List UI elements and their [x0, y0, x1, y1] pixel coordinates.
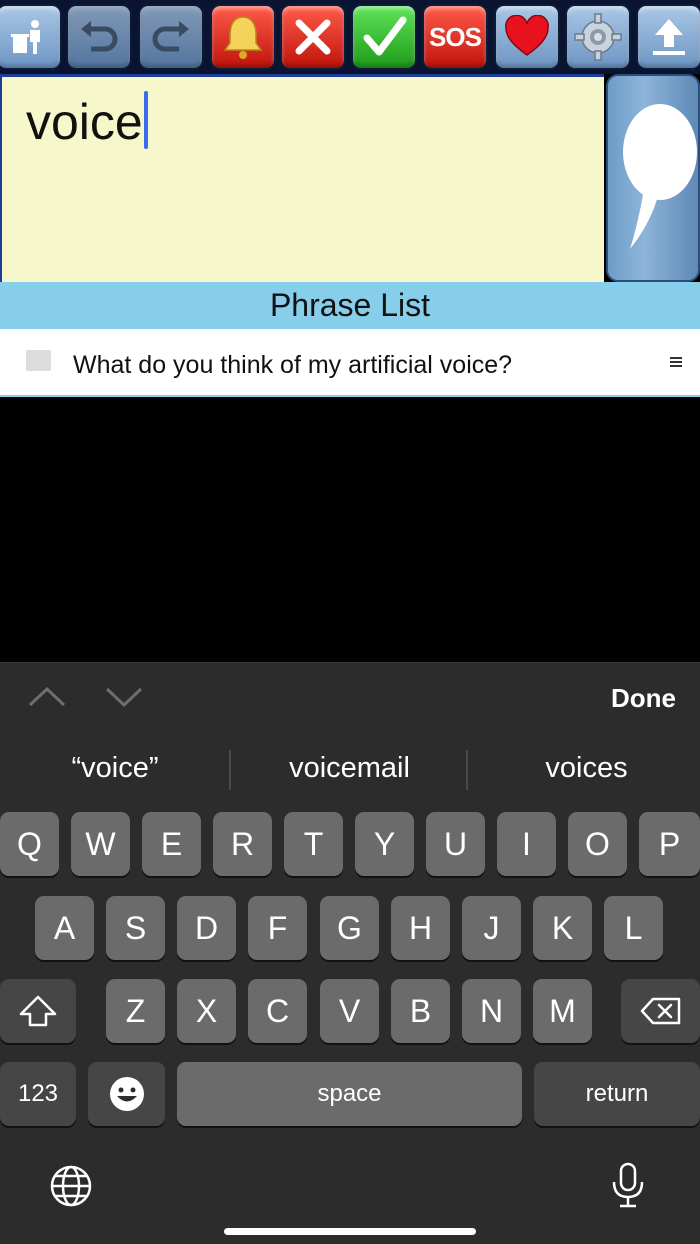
sos-button[interactable]: SOS	[422, 4, 488, 70]
key-q[interactable]: Q	[0, 812, 59, 876]
no-button[interactable]	[280, 4, 346, 70]
toolbar: SOS	[0, 0, 700, 74]
keyboard-accessory-bar: Done	[0, 662, 700, 730]
chevron-up-icon[interactable]	[28, 681, 66, 711]
phrase-list-item[interactable]: What do you think of my artificial voice…	[0, 329, 700, 397]
shift-key[interactable]	[0, 979, 76, 1043]
heart-icon	[505, 15, 549, 56]
key-l[interactable]: L	[604, 896, 663, 960]
key-m[interactable]: M	[533, 979, 592, 1043]
key-g[interactable]: G	[320, 896, 379, 960]
message-text: voice	[26, 94, 143, 150]
key-i[interactable]: I	[497, 812, 556, 876]
key-n[interactable]: N	[462, 979, 521, 1043]
trash-button[interactable]	[0, 4, 62, 70]
backspace-key[interactable]	[621, 979, 700, 1043]
key-p[interactable]: P	[639, 812, 700, 876]
key-x[interactable]: X	[177, 979, 236, 1043]
redo-button[interactable]	[138, 4, 204, 70]
key-r[interactable]: R	[213, 812, 272, 876]
upload-arrow-icon	[653, 19, 685, 55]
undo-arrow-icon	[81, 21, 118, 52]
speech-bubble-icon	[623, 104, 697, 249]
key-o[interactable]: O	[568, 812, 627, 876]
keyboard: “voice” voicemail voices Q W E R T Y U I…	[0, 730, 700, 1244]
backspace-icon	[640, 997, 680, 1025]
key-y[interactable]: Y	[355, 812, 414, 876]
space-key[interactable]: space	[177, 1062, 522, 1126]
key-s[interactable]: S	[106, 896, 165, 960]
key-j[interactable]: J	[462, 896, 521, 960]
message-text-area[interactable]: voice	[0, 74, 604, 282]
checkmark-icon	[363, 16, 407, 56]
bell-button[interactable]	[210, 4, 276, 70]
key-h[interactable]: H	[391, 896, 450, 960]
key-e[interactable]: E	[142, 812, 201, 876]
bell-icon	[223, 16, 263, 59]
key-a[interactable]: A	[35, 896, 94, 960]
globe-icon[interactable]	[46, 1164, 96, 1208]
trash-person-icon	[11, 20, 40, 54]
return-key[interactable]: return	[534, 1062, 700, 1126]
reorder-handle-icon[interactable]	[670, 357, 682, 369]
settings-button[interactable]	[565, 4, 631, 70]
emoji-key[interactable]	[88, 1062, 165, 1126]
key-c[interactable]: C	[248, 979, 307, 1043]
key-k[interactable]: K	[533, 896, 592, 960]
chevron-down-icon[interactable]	[105, 681, 143, 711]
key-f[interactable]: F	[248, 896, 307, 960]
redo-arrow-icon	[152, 21, 189, 52]
suggestion-item[interactable]: voicemail	[232, 752, 467, 785]
done-button[interactable]: Done	[611, 683, 676, 714]
share-button[interactable]	[636, 4, 700, 70]
message-text-wrap: voice	[26, 91, 148, 151]
suggestion-divider	[229, 750, 231, 790]
phrase-list-header: Phrase List	[0, 282, 700, 329]
favorites-button[interactable]	[494, 4, 560, 70]
undo-button[interactable]	[66, 4, 132, 70]
numbers-key[interactable]: 123	[0, 1062, 76, 1126]
x-icon	[295, 19, 331, 55]
gear-icon	[574, 13, 622, 61]
phrase-checkbox[interactable]	[26, 350, 51, 371]
key-z[interactable]: Z	[106, 979, 165, 1043]
key-w[interactable]: W	[71, 812, 130, 876]
shift-arrow-icon	[19, 995, 57, 1027]
key-b[interactable]: B	[391, 979, 450, 1043]
suggestion-item[interactable]: voices	[469, 752, 700, 785]
suggestion-item[interactable]: “voice”	[0, 752, 230, 785]
key-t[interactable]: T	[284, 812, 343, 876]
suggestion-bar: “voice” voicemail voices	[0, 730, 700, 810]
key-v[interactable]: V	[320, 979, 379, 1043]
phrase-text: What do you think of my artificial voice…	[73, 351, 513, 379]
sos-label: SOS	[429, 21, 482, 52]
suggestion-divider	[466, 750, 468, 790]
yes-button[interactable]	[351, 4, 417, 70]
key-d[interactable]: D	[177, 896, 236, 960]
home-indicator[interactable]	[224, 1228, 476, 1235]
key-u[interactable]: U	[426, 812, 485, 876]
microphone-icon[interactable]	[608, 1162, 648, 1210]
emoji-icon	[109, 1077, 144, 1111]
text-caret	[143, 91, 148, 149]
speak-button[interactable]	[606, 74, 700, 282]
